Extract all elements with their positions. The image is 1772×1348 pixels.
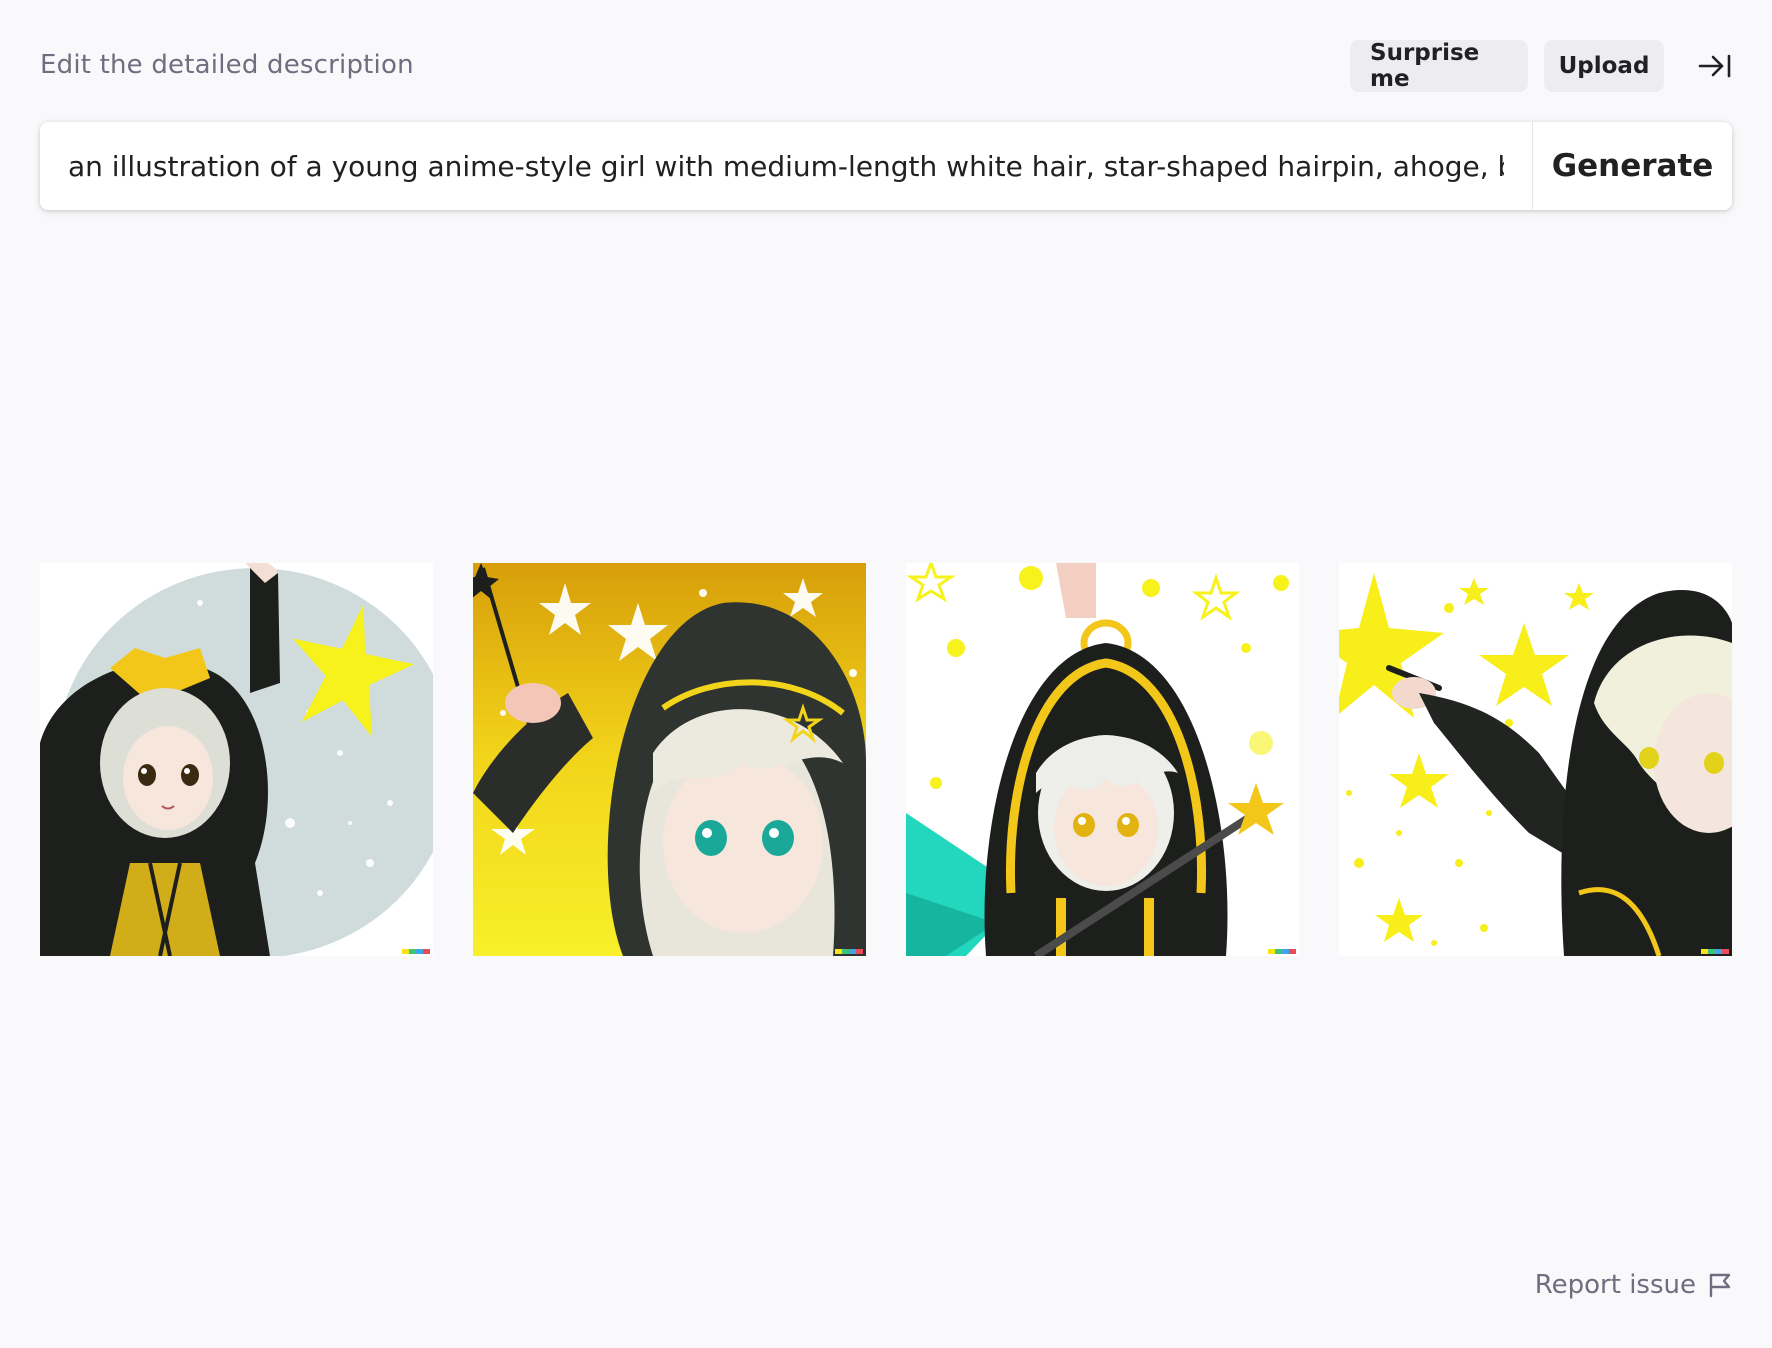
upload-button[interactable]: Upload: [1544, 40, 1664, 92]
generated-image-1[interactable]: [40, 563, 433, 956]
results-grid: [40, 563, 1732, 956]
generated-image-4[interactable]: [1339, 563, 1732, 956]
prompt-input[interactable]: [40, 122, 1532, 210]
flag-icon: [1709, 1273, 1731, 1298]
collapse-button[interactable]: [1680, 40, 1732, 92]
prompt-bar: Generate: [40, 122, 1732, 210]
report-issue-link[interactable]: Report issue: [1535, 1270, 1732, 1300]
description-heading: Edit the detailed description: [40, 50, 414, 80]
header-actions: Surprise me Upload: [1334, 40, 1732, 92]
header: Edit the detailed description Surprise m…: [40, 40, 1732, 92]
arrow-right-to-bar-icon: [1698, 54, 1731, 78]
anime-girl-in-hood-image: [906, 563, 1299, 956]
anime-girl-raising-hand-image: [40, 563, 433, 956]
generated-image-3[interactable]: [906, 563, 1299, 956]
generate-button[interactable]: Generate: [1533, 122, 1732, 210]
anime-girl-with-wand-image: [473, 563, 866, 956]
anime-girl-pointing-image: [1339, 563, 1732, 956]
generated-image-2[interactable]: [473, 563, 866, 956]
surprise-me-button[interactable]: Surprise me: [1350, 40, 1528, 92]
report-issue-label: Report issue: [1534, 1270, 1696, 1300]
